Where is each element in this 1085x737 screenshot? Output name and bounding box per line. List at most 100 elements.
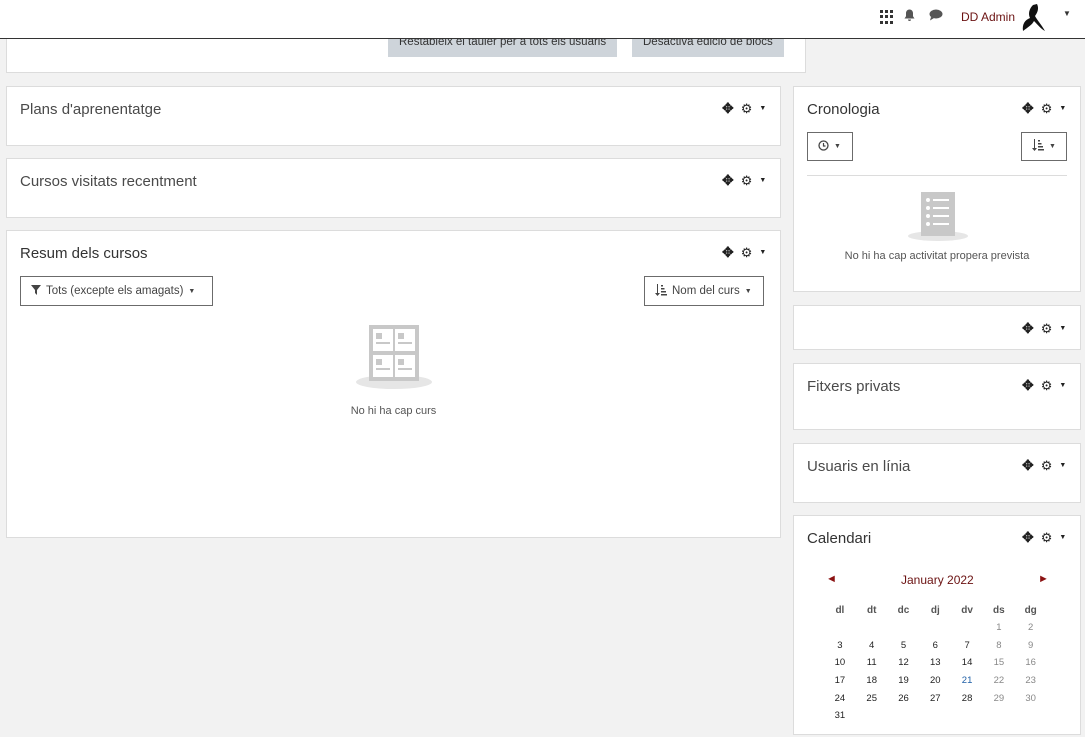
gear-icon[interactable]: ⚙ [1041, 378, 1053, 394]
timeline-range-dropdown[interactable]: ▼ [807, 132, 853, 161]
chevron-down-icon[interactable]: ▼ [759, 105, 766, 112]
calendar-empty-cell [983, 707, 1015, 725]
calendar-empty-cell [856, 619, 888, 637]
gear-icon[interactable]: ⚙ [1041, 101, 1053, 117]
bell-icon[interactable] [904, 9, 915, 25]
calendar-day[interactable]: 17 [824, 672, 856, 690]
block-private-files: Fitxers privats ✥ ⚙ ▼ [793, 363, 1081, 430]
chevron-down-icon[interactable]: ▼ [759, 249, 766, 256]
calendar-day[interactable]: 25 [856, 689, 888, 707]
calendar-day[interactable]: 27 [919, 689, 951, 707]
gear-icon[interactable]: ⚙ [1041, 530, 1053, 546]
calendar-day[interactable]: 19 [888, 672, 920, 690]
calendar-day[interactable]: 29 [983, 689, 1015, 707]
gear-icon[interactable]: ⚙ [741, 101, 753, 117]
timeline-sort-dropdown[interactable]: ▼ [1021, 132, 1067, 161]
gear-icon[interactable]: ⚙ [1041, 458, 1053, 474]
calendar-day[interactable]: 16 [1015, 654, 1047, 672]
chevron-down-icon[interactable]: ▼ [1059, 534, 1066, 541]
block-title: Calendari [807, 530, 872, 547]
calendar-day[interactable]: 7 [951, 637, 983, 655]
calendar-day[interactable]: 5 [888, 637, 920, 655]
move-icon[interactable]: ✥ [1022, 457, 1034, 474]
avatar[interactable] [1019, 3, 1047, 33]
chat-icon[interactable] [929, 9, 943, 24]
filter-label: Tots (excepte els amagats) [46, 285, 184, 297]
calendar-day[interactable]: 11 [856, 654, 888, 672]
calendar-day[interactable]: 30 [1015, 689, 1047, 707]
calendar-day[interactable]: 13 [919, 654, 951, 672]
calendar-empty-cell [888, 707, 920, 725]
block-title: Plans d'aprenentatge [20, 101, 162, 118]
move-icon[interactable]: ✥ [1022, 529, 1034, 546]
chevron-down-icon[interactable]: ▼ [1063, 9, 1071, 18]
weekday-header: dg [1024, 604, 1037, 616]
chevron-down-icon: ▼ [744, 287, 752, 295]
calendar-day[interactable]: 12 [888, 654, 920, 672]
block-calendar: Calendari ✥ ⚙ ▼ ◄ January 2022 ► dl dt d… [793, 515, 1081, 735]
weekday-header: dj [930, 604, 940, 616]
chevron-down-icon: ▼ [834, 143, 841, 150]
calendar-day[interactable]: 31 [824, 707, 856, 725]
apps-grid-icon[interactable] [880, 10, 894, 24]
next-month-button[interactable]: ► [1038, 573, 1049, 585]
chevron-down-icon[interactable]: ▼ [1059, 325, 1066, 332]
sort-icon [655, 283, 667, 299]
weekday-header: dl [835, 604, 845, 616]
calendar-day[interactable]: 23 [1015, 672, 1047, 690]
move-icon[interactable]: ✥ [1022, 320, 1034, 337]
move-icon[interactable]: ✥ [1022, 377, 1034, 394]
move-icon[interactable]: ✥ [722, 100, 734, 117]
calendar-day[interactable]: 10 [824, 654, 856, 672]
calendar-day[interactable]: 18 [856, 672, 888, 690]
chevron-down-icon[interactable]: ▼ [1059, 105, 1066, 112]
filter-icon [31, 284, 41, 298]
user-name[interactable]: DD Admin [961, 10, 1015, 24]
sort-label: Nom del curs [672, 285, 740, 297]
calendar-day[interactable]: 1 [983, 619, 1015, 637]
top-navbar: DD Admin ▼ [0, 0, 1085, 39]
chevron-down-icon[interactable]: ▼ [1059, 462, 1066, 469]
weekday-header: ds [993, 604, 1005, 616]
calendar-day[interactable]: 9 [1015, 637, 1047, 655]
calendar-day[interactable]: 26 [888, 689, 920, 707]
calendar-day[interactable]: 28 [951, 689, 983, 707]
calendar-day[interactable]: 14 [951, 654, 983, 672]
gear-icon[interactable]: ⚙ [741, 245, 753, 261]
chevron-down-icon: ▼ [188, 287, 196, 295]
calendar-grid: dl dt dc dj dv ds dg 1 2 3 4 5 6 7 8 9 10 11 12 13 14… [824, 601, 1047, 725]
chevron-down-icon[interactable]: ▼ [759, 177, 766, 184]
weekday-header: dt [866, 604, 877, 616]
block-online-users: Usuaris en línia ✥ ⚙ ▼ [793, 443, 1081, 503]
calendar-day[interactable]: 21 [951, 672, 983, 690]
chevron-down-icon[interactable]: ▼ [1059, 382, 1066, 389]
course-filter-dropdown[interactable]: Tots (excepte els amagats) ▼ [20, 276, 213, 306]
calendar-month-label: January 2022 [901, 573, 974, 587]
calendar-empty-cell [856, 707, 888, 725]
calendar-day[interactable]: 2 [1015, 619, 1047, 637]
move-icon[interactable]: ✥ [1022, 100, 1034, 117]
calendar-day[interactable]: 22 [983, 672, 1015, 690]
gear-icon[interactable]: ⚙ [1041, 321, 1053, 337]
calendar-day[interactable]: 8 [983, 637, 1015, 655]
calendar-empty-cell [919, 619, 951, 637]
no-courses-illustration [355, 324, 433, 395]
empty-timeline-text: No hi ha cap activitat propera prevista [844, 250, 1030, 262]
move-icon[interactable]: ✥ [722, 172, 734, 189]
block-title: Resum dels cursos [20, 245, 148, 262]
calendar-day[interactable]: 15 [983, 654, 1015, 672]
gear-icon[interactable]: ⚙ [741, 173, 753, 189]
block-title: Cursos visitats recentment [20, 173, 197, 190]
calendar-day[interactable]: 20 [919, 672, 951, 690]
calendar-day[interactable]: 24 [824, 689, 856, 707]
calendar-day[interactable]: 6 [919, 637, 951, 655]
move-icon[interactable]: ✥ [722, 244, 734, 261]
course-sort-dropdown[interactable]: Nom del curs ▼ [644, 276, 764, 306]
previous-month-button[interactable]: ◄ [826, 573, 837, 585]
empty-courses-text: No hi ha cap curs [350, 405, 437, 417]
calendar-day[interactable]: 4 [856, 637, 888, 655]
calendar-day[interactable]: 3 [824, 637, 856, 655]
calendar-empty-cell [824, 619, 856, 637]
calendar-empty-cell [888, 619, 920, 637]
block-untitled: ✥ ⚙ ▼ [793, 305, 1081, 350]
